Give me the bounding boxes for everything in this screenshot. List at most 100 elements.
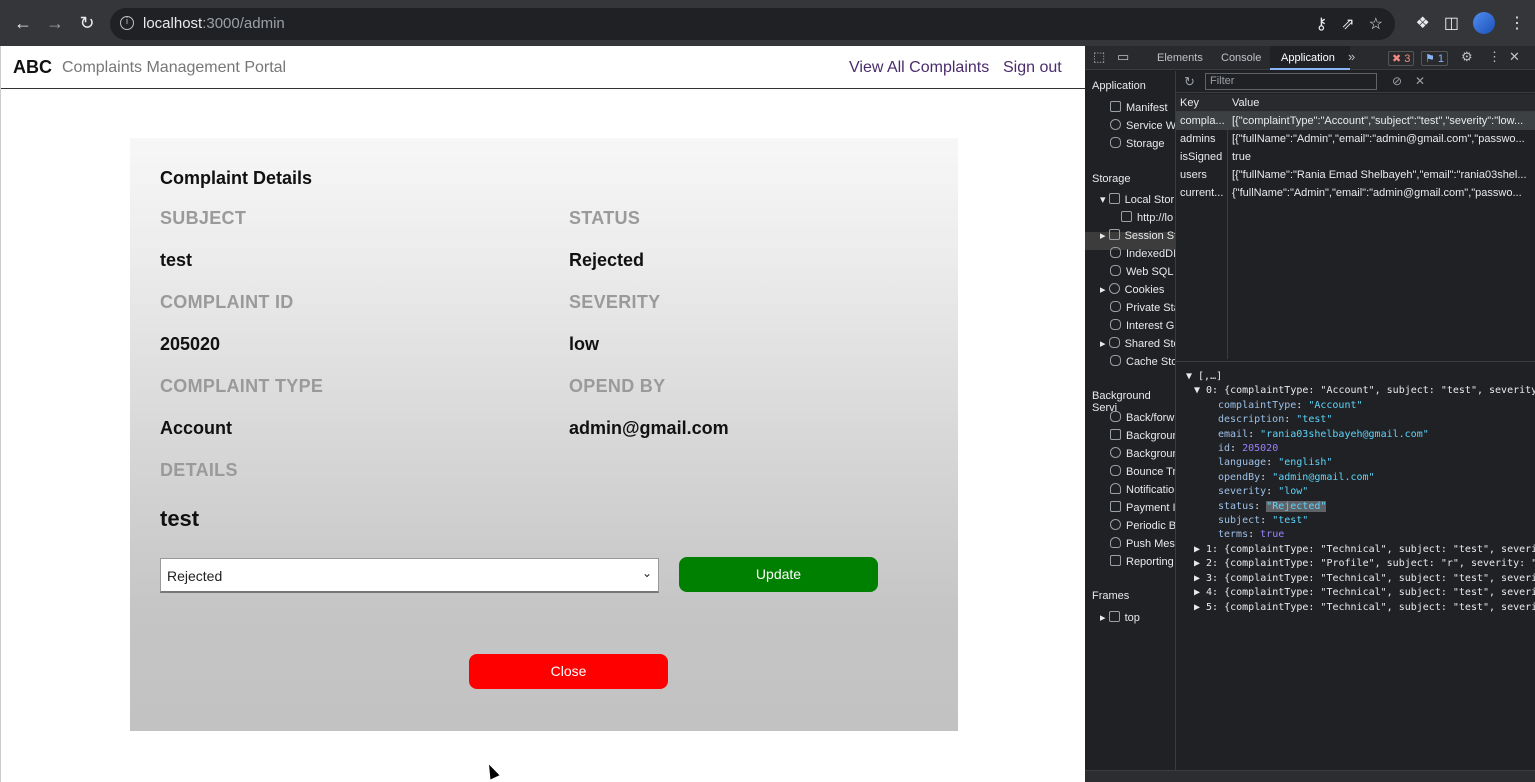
sidebar-item-indexeddb[interactable]: IndexedDI (1110, 247, 1175, 260)
update-button[interactable]: Update (679, 557, 878, 592)
address-bar[interactable]: i localhost:3000/admin ⚷ ⇗ ☆ (110, 8, 1395, 40)
table-row[interactable]: current... {"fullName":"Admin","email":"a… (1176, 184, 1535, 202)
details-value: test (160, 506, 200, 531)
sidebar-item-payment-handler[interactable]: Payment I (1110, 501, 1175, 514)
value-column-header[interactable]: Value (1232, 97, 1532, 109)
section-frames: Frames (1092, 590, 1130, 602)
sidebar-item-local-origin[interactable]: http://lo (1121, 211, 1173, 224)
close-devtools-icon[interactable]: ✕ (1509, 49, 1520, 65)
chevron-down-icon: ⌄ (641, 566, 652, 580)
details-label: DETAILS (160, 460, 238, 480)
sidebar-item-cache-storage[interactable]: Cache Sto (1110, 355, 1175, 368)
error-count-badge[interactable]: ✖ 3 (1388, 51, 1415, 66)
database-icon (1110, 301, 1121, 312)
key-icon[interactable]: ⚷ (1316, 14, 1328, 34)
sidebar-item-shared-storage[interactable]: ▸ Shared Sto (1100, 337, 1175, 350)
tab-console[interactable]: Console (1221, 52, 1261, 64)
delete-selected-icon[interactable]: ✕ (1415, 74, 1425, 88)
row-key: current... (1180, 187, 1224, 199)
severity-value: low (569, 334, 599, 354)
tree-item-collapsed[interactable]: ▶ 4: {complaintType: "Technical", subjec… (1176, 586, 1535, 600)
storage-view: ↻ Filter ⊘ ✕ Key Value compla... [{"compl… (1176, 71, 1535, 771)
back-icon[interactable]: ← (12, 12, 34, 34)
sidebar-item-bounce-tracking[interactable]: Bounce Tr (1110, 465, 1175, 478)
sidebar-item-interest-groups[interactable]: Interest G (1110, 319, 1174, 332)
filter-input[interactable]: Filter (1205, 73, 1377, 90)
database-icon (1110, 411, 1121, 422)
tree-property: subject: "test" (1218, 515, 1309, 527)
file-icon (1110, 555, 1121, 566)
tree-item-collapsed[interactable]: ▶ 1: {complaintType: "Technical", subjec… (1176, 543, 1535, 557)
forward-icon[interactable]: → (44, 12, 66, 34)
sidebar-item-cookies[interactable]: ▸ Cookies (1100, 283, 1164, 296)
bookmark-star-icon[interactable]: ☆ (1369, 14, 1383, 34)
card-icon (1110, 501, 1121, 512)
tree-item-collapsed[interactable]: ▶ 5: {complaintType: "Technical", subjec… (1176, 601, 1535, 615)
url-text: localhost:3000/admin (143, 15, 285, 32)
sidebar-item-background-sync[interactable]: Backgroun (1110, 447, 1175, 460)
status-value: Rejected (569, 250, 645, 270)
sidebar-item-storage[interactable]: Storage (1110, 137, 1165, 150)
side-panel-icon[interactable]: ◫ (1444, 13, 1459, 33)
sidebar-item-websql[interactable]: Web SQL (1110, 265, 1174, 278)
more-tabs-icon[interactable]: » (1348, 49, 1355, 64)
row-value: [{"fullName":"Rania Emad Shelbayeh","ema… (1232, 169, 1527, 181)
clear-all-icon[interactable]: ⊘ (1392, 74, 1402, 88)
key-column-header[interactable]: Key (1180, 97, 1226, 109)
reload-icon[interactable]: ↻ (76, 12, 98, 34)
application-sidebar: Application Manifest Service W Storage S… (1085, 71, 1176, 771)
severity-label: SEVERITY (569, 292, 661, 312)
sidebar-item-session-storage[interactable]: ▸ Session St (1100, 229, 1175, 242)
complaint-type-label: COMPLAINT TYPE (160, 376, 324, 396)
sidebar-item-notifications[interactable]: Notificatio (1110, 483, 1174, 496)
tree-item-collapsed[interactable]: ▶ 3: {complaintType: "Technical", subjec… (1176, 572, 1535, 586)
top-navbar: ABC Complaints Management Portal View Al… (1, 46, 1086, 89)
status-select[interactable]: Rejected ⌄ (160, 558, 659, 593)
tree-item-collapsed[interactable]: ▶ 2: {complaintType: "Profile", subject:… (1176, 557, 1535, 571)
sidebar-item-private-state[interactable]: Private Sta (1110, 301, 1175, 314)
view-all-complaints-link[interactable]: View All Complaints (849, 59, 989, 77)
settings-gear-icon[interactable]: ⚙ (1461, 49, 1473, 65)
menu-kebab-icon[interactable]: ⋮ (1509, 13, 1525, 33)
brand-logo[interactable]: ABC (13, 57, 52, 78)
frame-icon (1108, 611, 1120, 622)
sidebar-item-service-workers[interactable]: Service W (1110, 119, 1175, 132)
profile-avatar[interactable] (1473, 12, 1495, 34)
inspect-icon[interactable]: ⬚ (1093, 49, 1105, 65)
sidebar-item-periodic-sync[interactable]: Periodic B (1110, 519, 1175, 532)
sidebar-item-top-frame[interactable]: ▸ top (1100, 611, 1140, 624)
tree-root[interactable]: ▼ [,…] (1176, 370, 1535, 384)
table-row[interactable]: admins [{"fullName":"Admin","email":"admi… (1176, 130, 1535, 148)
table-header: Key Value (1176, 94, 1535, 112)
database-icon (1110, 247, 1121, 258)
row-key: admins (1180, 133, 1216, 145)
close-button[interactable]: Close (469, 654, 668, 689)
row-key: users (1180, 169, 1207, 181)
sidebar-item-push-messaging[interactable]: Push Mes (1110, 537, 1175, 550)
sync-icon (1110, 447, 1121, 458)
table-row[interactable]: isSigned true (1176, 148, 1535, 166)
file-icon (1110, 101, 1121, 112)
table-row[interactable]: users [{"fullName":"Rania Emad Shelbayeh"… (1176, 166, 1535, 184)
tab-application[interactable]: Application (1281, 52, 1335, 64)
device-toolbar-icon[interactable]: ▭ (1117, 49, 1129, 65)
row-value: [{"complaintType":"Account","subject":"t… (1232, 115, 1524, 127)
database-icon (1108, 337, 1120, 348)
site-info-icon[interactable]: i (120, 16, 134, 30)
table-row[interactable]: compla... [{"complaintType":"Account","su… (1176, 112, 1535, 130)
sign-out-link[interactable]: Sign out (1003, 59, 1062, 77)
sidebar-item-local-storage[interactable]: ▾ Local Stor (1100, 193, 1174, 206)
message-count-badge[interactable]: ⚑ 1 (1421, 51, 1449, 66)
sidebar-item-background-fetch[interactable]: Backgroun (1110, 429, 1175, 442)
devtools-menu-icon[interactable]: ⋮ (1488, 49, 1501, 65)
extensions-icon[interactable]: ❖ (1416, 13, 1430, 33)
sidebar-item-reporting-api[interactable]: Reporting (1110, 555, 1174, 568)
share-icon[interactable]: ⇗ (1341, 14, 1354, 34)
tree-item-0[interactable]: ▼ 0: {complaintType: "Account", subject:… (1176, 384, 1535, 398)
refresh-icon[interactable]: ↻ (1184, 74, 1195, 90)
sidebar-item-back-forward[interactable]: Back/forw (1110, 411, 1174, 424)
horizontal-scrollbar[interactable] (1085, 770, 1535, 782)
sidebar-item-manifest[interactable]: Manifest (1110, 101, 1168, 114)
tab-elements[interactable]: Elements (1157, 52, 1203, 64)
status-select-value: Rejected (167, 568, 223, 584)
